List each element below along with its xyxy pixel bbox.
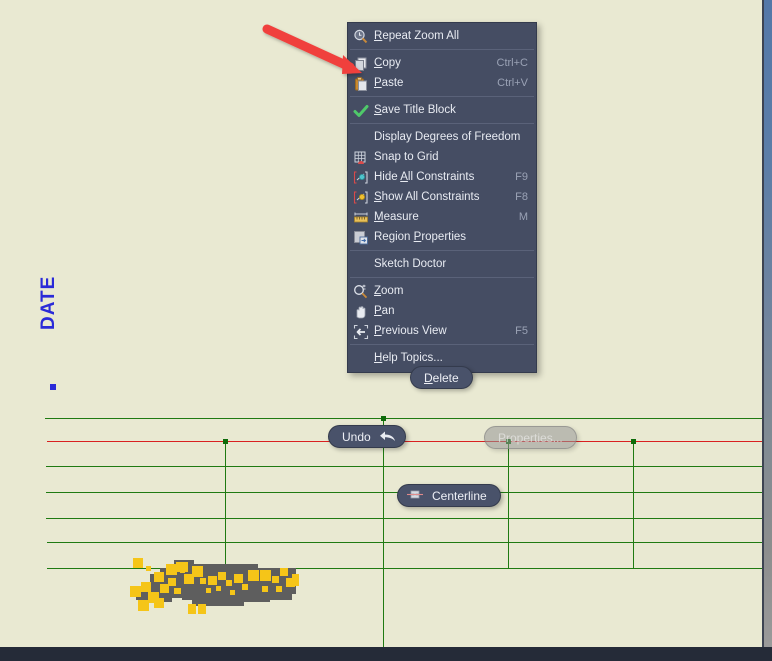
menu-item-accel: F5 [515,325,528,337]
menu-item-accel: F9 [515,171,528,183]
menu-item-paste[interactable]: Paste Ctrl+V [348,73,536,93]
selected-sketch-geometry[interactable] [130,558,299,618]
properties-button[interactable]: Properties... [484,426,577,449]
menu-separator [350,49,534,50]
menu-item-label: Help Topics... [374,352,443,364]
drawing-hline-1[interactable] [45,418,764,419]
menu-item-hide-all-constraints[interactable]: Hide All Constraints F9 [348,167,536,187]
menu-item-sketch-doctor[interactable]: Sketch Doctor [348,254,536,274]
menu-item-repeat-zoom-all[interactable]: Repeat Zoom All [348,26,536,46]
pan-hand-icon [352,303,369,320]
menu-item-display-degrees-of-freedom[interactable]: Display Degrees of Freedom [348,127,536,147]
menu-item-accel: Ctrl+V [497,77,528,89]
undo-button-label: Undo [342,429,371,444]
undo-button[interactable]: Undo [328,425,406,448]
menu-separator [350,277,534,278]
date-label: DATE [38,275,59,330]
zoom-icon [352,283,369,300]
menu-separator [350,250,534,251]
no-icon [352,256,369,273]
menu-item-zoom[interactable]: Zoom [348,281,536,301]
menu-item-label: Measure [374,211,419,223]
show-constraints-icon [352,189,369,206]
hide-constraints-icon [352,169,369,186]
application-window: DATE Repeat Zoom All Copy Ctrl+C Paste C… [0,0,772,661]
delete-button[interactable]: Delete [410,366,473,389]
menu-item-label: Display Degrees of Freedom [374,131,521,143]
delete-button-label: Delete [424,370,459,385]
context-menu[interactable]: Repeat Zoom All Copy Ctrl+C Paste Ctrl+V… [347,22,537,373]
drawing-vline-3[interactable] [508,441,509,568]
menu-item-region-properties[interactable]: Region Properties [348,227,536,247]
menu-item-label: Paste [374,77,404,89]
drawing-hline-5[interactable] [47,542,764,543]
menu-item-label: Show All Constraints [374,191,480,203]
menu-item-save-title-block[interactable]: Save Title Block [348,100,536,120]
drawing-vline-1[interactable] [225,441,226,568]
menu-item-label: Previous View [374,325,447,337]
copy-icon [352,55,369,72]
menu-item-label: Sketch Doctor [374,258,447,270]
previous-view-icon [352,323,369,340]
menu-item-label: Copy [374,57,401,69]
no-icon [352,350,369,367]
centerline-button-label: Centerline [432,488,487,503]
menu-item-accel: Ctrl+C [496,57,528,69]
menu-item-snap-to-grid[interactable]: Snap to Grid [348,147,536,167]
menu-separator [350,344,534,345]
repeat-zoom-all-icon [352,28,369,45]
menu-item-previous-view[interactable]: Previous View F5 [348,321,536,341]
menu-item-accel: M [518,211,528,223]
drawing-hline-4[interactable] [46,518,764,519]
menu-item-label: Zoom [374,285,404,297]
snap-to-grid-icon [352,149,369,166]
no-icon [352,129,369,146]
properties-button-label: Properties... [498,430,563,445]
sketch-endpoint[interactable] [631,439,636,444]
paste-icon [352,75,369,92]
menu-separator [350,96,534,97]
centerline-icon [406,488,424,504]
menu-item-measure[interactable]: Measure M [348,207,536,227]
drawing-vline-2[interactable] [383,418,384,647]
menu-separator [350,123,534,124]
menu-item-help-topics[interactable]: Help Topics... [348,348,536,368]
menu-item-show-all-constraints[interactable]: Show All Constraints F8 [348,187,536,207]
date-label-endpoint [50,384,56,390]
menu-item-label: Repeat Zoom All [374,30,460,42]
undo-arrow-icon [379,430,397,444]
region-properties-icon [352,229,369,246]
sketch-endpoint[interactable] [381,416,386,421]
menu-item-label: Pan [374,305,395,317]
bottom-status-bar [0,647,772,661]
centerline-button[interactable]: Centerline [397,484,501,507]
drawing-hline-2[interactable] [46,466,764,467]
menu-item-copy[interactable]: Copy Ctrl+C [348,53,536,73]
menu-item-label: Region Properties [374,231,467,243]
viewport-gradient-strip [764,0,772,647]
drawing-hline-red[interactable] [47,441,764,442]
menu-item-label: Save Title Block [374,104,456,116]
menu-item-label: Hide All Constraints [374,171,475,183]
ruler-icon [352,209,369,226]
menu-item-accel: F8 [515,191,528,203]
menu-item-label: Snap to Grid [374,151,439,163]
sketch-endpoint[interactable] [223,439,228,444]
green-check-icon [352,102,369,119]
drawing-vline-4[interactable] [633,441,634,568]
menu-item-pan[interactable]: Pan [348,301,536,321]
